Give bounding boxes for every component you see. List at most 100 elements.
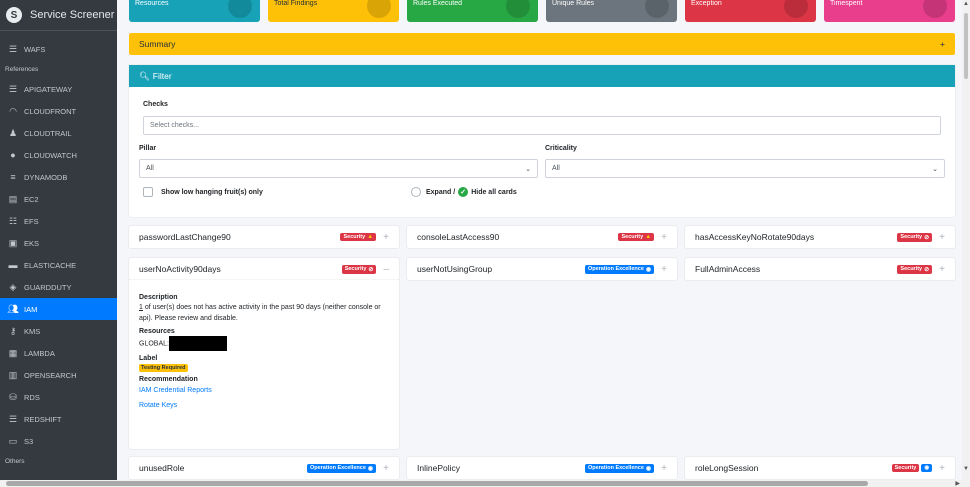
security-badge: Security ▲ [618, 233, 655, 241]
check-card[interactable]: userNotUsingGroup Operation Excellence ◉ + [407, 258, 677, 280]
label-heading: Label [139, 355, 158, 362]
sidebar-item-iam[interactable]: 👥︎ IAM [0, 298, 117, 320]
sidebar-item-guardduty[interactable]: ◈ GUARDDUTY [0, 276, 117, 298]
clock-icon: ● [10, 150, 16, 160]
resources-heading: Resources [139, 328, 175, 335]
horizontal-scroll-thumb[interactable] [6, 481, 868, 486]
vertical-scroll-thumb[interactable] [964, 13, 968, 79]
scroll-down-arrow-icon[interactable]: ▼ [963, 466, 969, 472]
security-badge: Security ⊘ [897, 232, 933, 242]
expand-plus-icon[interactable]: + [383, 232, 389, 243]
expand-plus-icon[interactable]: + [939, 264, 945, 275]
sidebar-item-label: CLOUDFRONT [24, 106, 77, 116]
criticality-select[interactable]: All ⌄ [545, 159, 945, 178]
iam-credential-reports-link[interactable]: IAM Credential Reports [139, 387, 389, 394]
check-card[interactable]: passwordLastChange90 Security ▲ + [129, 226, 399, 248]
vertical-scrollbar[interactable]: ▲ ▼ [962, 0, 970, 480]
sidebar-item-cloudfront[interactable]: ◠ CLOUDFRONT [0, 100, 117, 122]
pillar-select[interactable]: All ⌄ [139, 159, 538, 178]
sidebar-item-wafs[interactable]: ☰ WAFS [0, 38, 117, 60]
sidebar-item-dynamodb[interactable]: ≡ DYNAMODB [0, 166, 117, 188]
sidebar-item-lambda[interactable]: ▦ LAMBDA [0, 342, 117, 364]
database-icon: ⛁ [9, 391, 17, 402]
sidebar-item-cloudtrail[interactable]: ♟ CLOUDTRAIL [0, 122, 117, 144]
sidebar-item-s3[interactable]: ▭ S3 [0, 430, 117, 452]
sidebar-item-ec2[interactable]: ▤ EC2 [0, 188, 117, 210]
sidebar-item-eks[interactable]: ▣ EKS [0, 232, 117, 254]
horizontal-scrollbar[interactable]: ▶ [0, 480, 970, 487]
sidebar-item-efs[interactable]: ☷ EFS [0, 210, 117, 232]
check-name: passwordLastChange90 [139, 232, 231, 242]
sidebar-item-opensearch[interactable]: ▥ OPENSEARCH [0, 364, 117, 386]
tile-bg-icon [506, 0, 530, 18]
description-text: 1 of user(s) does not has active activit… [139, 302, 389, 324]
expand-label[interactable]: Expand / [426, 189, 455, 196]
checks-select-input[interactable]: Select checks... [143, 116, 941, 135]
others-header: Others [5, 457, 25, 465]
expand-hide-toggle[interactable]: Expand / ✓ Hide all cards [411, 187, 517, 197]
expand-radio[interactable] [411, 187, 421, 197]
sidebar-item-label: RDS [24, 392, 40, 402]
hide-label[interactable]: Hide all cards [471, 189, 517, 196]
check-detail-panel: Description 1 of user(s) does not has ac… [129, 280, 399, 449]
check-card[interactable]: userNoActivity90days Security ⊘ – [129, 258, 399, 280]
check-card[interactable]: unusedRole Operation Excellence ◉ + [129, 457, 399, 479]
low-hanging-label: Show low hanging fruit(s) only [161, 188, 263, 196]
tile-timespent: Timespent [824, 0, 955, 22]
check-card[interactable]: InlinePolicy Operation Excellence ◉ + [407, 457, 677, 479]
expand-plus-icon[interactable]: + [661, 232, 667, 243]
testing-required-badge: Testing Required [139, 364, 188, 372]
hdd-icon: ▭ [8, 435, 18, 446]
summary-card-header[interactable]: Summary + [129, 33, 955, 55]
rotate-keys-link[interactable]: Rotate Keys [139, 402, 389, 409]
sidebar-item-redshift[interactable]: ☰ REDSHIFT [0, 408, 117, 430]
expand-plus-icon[interactable]: + [661, 463, 667, 474]
sidebar-item-apigateway[interactable]: ☰ APIGATEWAY [0, 78, 117, 100]
badge-label: Security [344, 266, 367, 272]
check-name: hasAccessKeyNoRotate90days [695, 232, 815, 242]
check-name: userNotUsingGroup [417, 264, 493, 274]
main-content: Resources Total Findings Rules Executed … [117, 0, 962, 480]
search-box-icon: ▥ [8, 369, 18, 380]
check-name: FullAdminAccess [695, 264, 761, 274]
sidebar-item-label: EC2 [24, 194, 39, 204]
security-badge: Security ⊘ [897, 264, 933, 274]
tile-bg-icon [367, 0, 391, 18]
expand-plus-icon[interactable]: + [383, 463, 389, 474]
sidebar-item-cloudwatch[interactable]: ● CLOUDWATCH [0, 144, 117, 166]
ban-icon: ⊘ [924, 266, 930, 273]
low-hanging-checkbox-row[interactable]: Show low hanging fruit(s) only [143, 187, 263, 197]
sidebar-item-label: IAM [24, 304, 38, 314]
security-badge: Security ▲ [340, 233, 377, 241]
tile-total-findings: Total Findings [268, 0, 399, 22]
expand-plus-icon[interactable]: + [940, 39, 945, 49]
badge-label: Operation Excellence [587, 266, 644, 272]
eye-icon: ◉ [645, 465, 652, 472]
sidebar-item-rds[interactable]: ⛁ RDS [0, 386, 117, 408]
references-header: References [5, 65, 39, 73]
expand-plus-icon[interactable]: + [661, 264, 667, 275]
sidebar-item-kms[interactable]: ⚷ KMS [0, 320, 117, 342]
sidebar-item-label: OPENSEARCH [24, 370, 77, 380]
checks-label: Checks [143, 101, 168, 108]
check-card[interactable]: hasAccessKeyNoRotate90days Security ⊘ + [685, 226, 955, 248]
check-card[interactable]: roleLongSession Security ◉ + [685, 457, 955, 479]
low-hanging-checkbox[interactable] [143, 187, 153, 197]
sidebar-item-label: LAMBDA [24, 348, 55, 358]
shield-icon: ◈ [9, 281, 17, 292]
brand-logo-icon: S [6, 7, 22, 23]
scroll-up-arrow-icon[interactable]: ▲ [963, 1, 969, 7]
expand-plus-icon[interactable]: + [939, 232, 945, 243]
brand-link[interactable]: S Service Screener [0, 0, 117, 31]
eye-icon: ◉ [645, 266, 652, 273]
check-card[interactable]: FullAdminAccess Security ⊘ + [685, 258, 955, 280]
sidebar-item-label: GUARDDUTY [24, 282, 72, 292]
check-card[interactable]: consoleLastAccess90 Security ▲ + [407, 226, 677, 248]
check-name: consoleLastAccess90 [417, 232, 500, 242]
sidebar-item-elasticache[interactable]: ▬ ELASTICACHE [0, 254, 117, 276]
scroll-right-arrow-icon[interactable]: ▶ [955, 480, 960, 487]
collapse-minus-icon[interactable]: – [383, 264, 389, 275]
expand-plus-icon[interactable]: + [939, 463, 945, 474]
resource-line: GLOBAL: [139, 336, 389, 351]
resource-prefix: GLOBAL: [139, 340, 169, 348]
